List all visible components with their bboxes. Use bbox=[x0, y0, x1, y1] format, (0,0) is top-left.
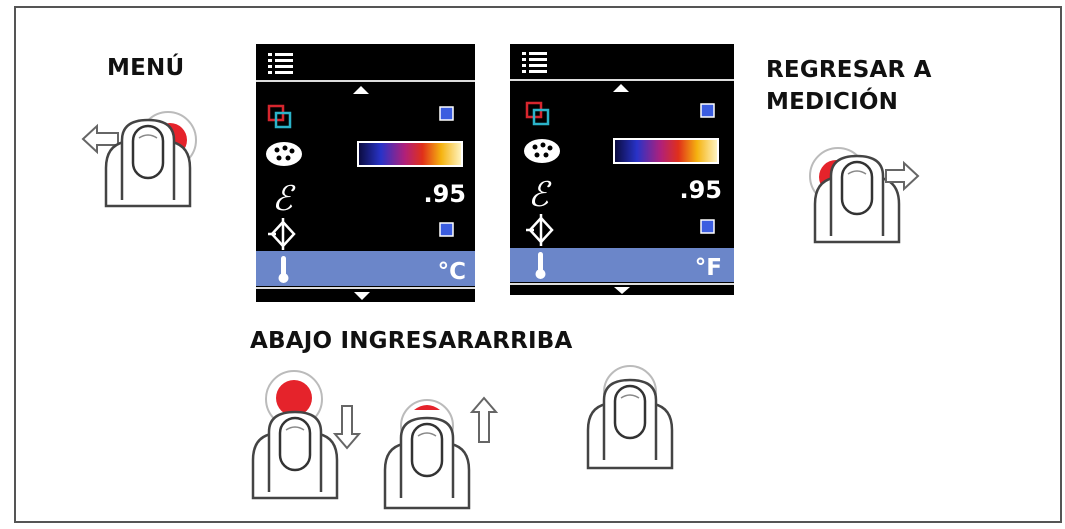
touch-point-icon bbox=[414, 405, 440, 410]
device-screen-fahrenheit: ℰ .95 °F bbox=[510, 44, 734, 295]
unit-value: °F bbox=[695, 255, 722, 281]
gesture-up-tap bbox=[586, 365, 674, 470]
emissivity-value: .95 bbox=[423, 180, 466, 208]
emissivity-value: .95 bbox=[679, 176, 722, 204]
checkbox bbox=[439, 106, 454, 121]
gesture-down-tap bbox=[251, 370, 362, 500]
gesture-enter-tap bbox=[383, 396, 499, 510]
gesture-return-swipe-right bbox=[809, 147, 920, 244]
checkbox bbox=[700, 103, 715, 118]
emissivity-icon: ℰ bbox=[528, 175, 552, 215]
touch-point-icon bbox=[276, 380, 312, 416]
down-arrow-icon bbox=[332, 405, 362, 450]
up-arrow-icon bbox=[469, 396, 499, 443]
emissivity-icon: ℰ bbox=[272, 179, 296, 219]
palette-icon bbox=[524, 139, 560, 163]
palette-icon bbox=[266, 142, 302, 166]
checkbox bbox=[700, 219, 715, 234]
checkbox bbox=[439, 222, 454, 237]
palette-bar bbox=[613, 138, 719, 164]
palette-bar bbox=[357, 141, 463, 167]
device-screen-celsius: ℰ .95 °C bbox=[256, 44, 475, 302]
unit-value: °C bbox=[438, 259, 466, 285]
gesture-menu-swipe-left bbox=[81, 111, 197, 208]
